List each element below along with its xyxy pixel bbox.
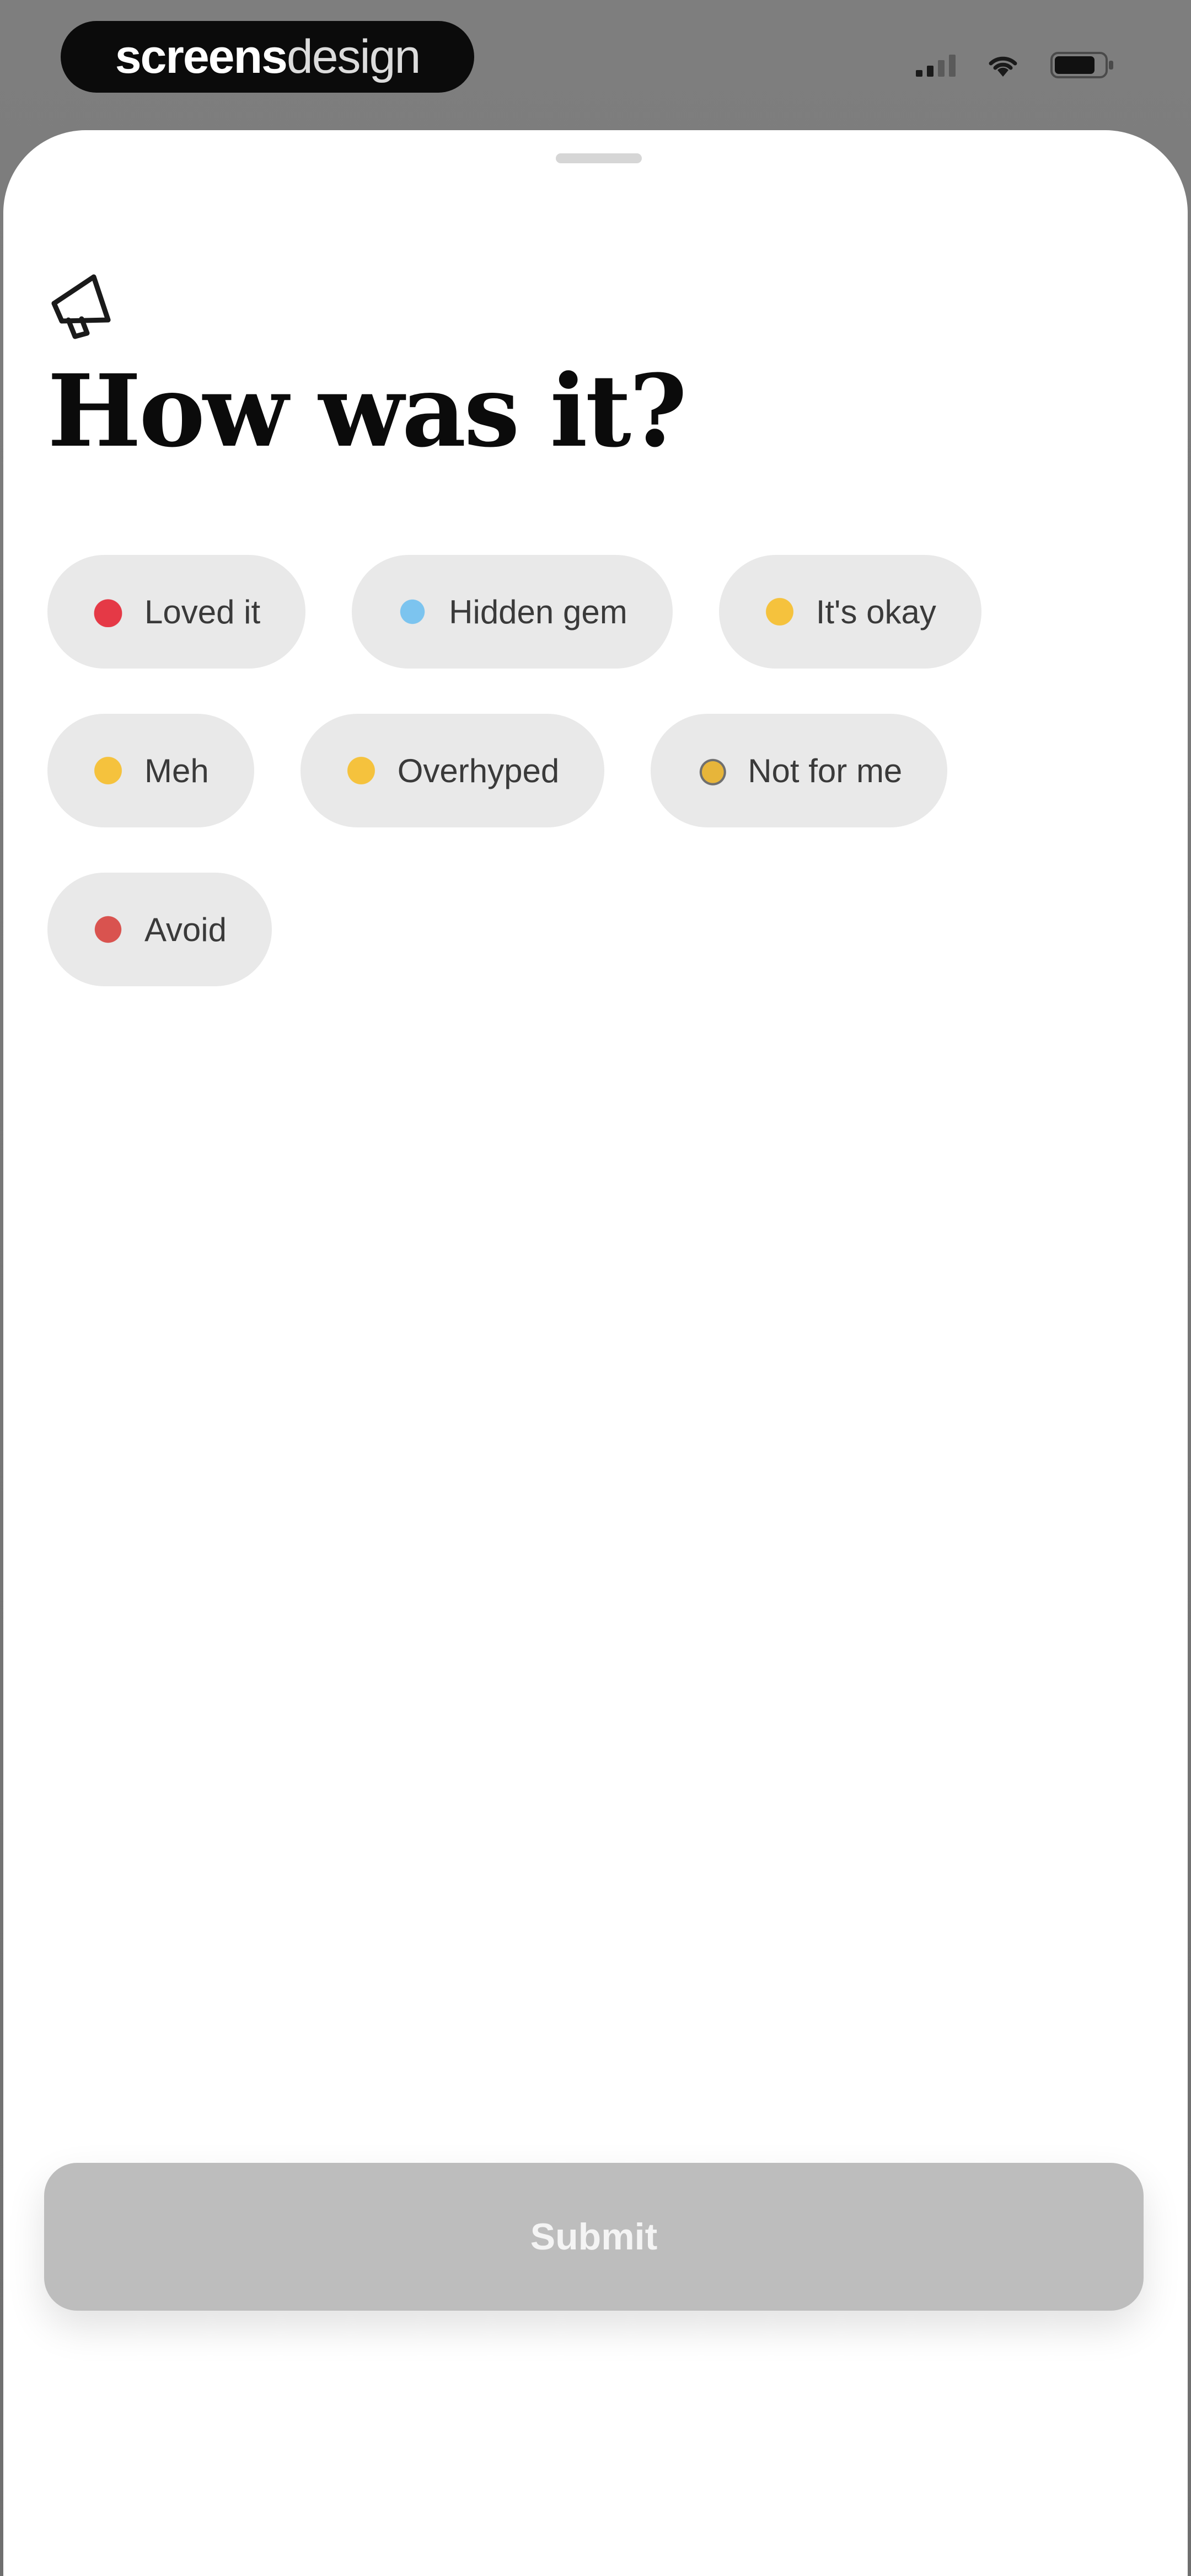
hand-icon	[696, 755, 727, 786]
reaction-chip-label: Loved it	[144, 593, 261, 630]
reaction-chip-label: Overhyped	[397, 752, 560, 789]
gem-icon	[397, 596, 428, 627]
wifi-icon	[989, 56, 1017, 77]
app-screen: screens design How was it? Loved it Hidd…	[0, 0, 1191, 2576]
reaction-chip-label: Not for me	[748, 752, 903, 789]
reaction-chip-label: Meh	[144, 752, 209, 789]
reaction-chip-meh[interactable]: Meh	[47, 714, 254, 827]
no-entry-icon	[93, 914, 124, 945]
neutral-face-icon	[764, 596, 795, 627]
sheet-grabber-handle[interactable]	[556, 153, 642, 163]
page-title: How was it?	[47, 353, 687, 469]
reaction-row: Avoid	[47, 873, 1150, 986]
reaction-chip-label: It's okay	[816, 593, 936, 630]
reaction-row: Loved it Hidden gem It's okay	[47, 555, 1150, 669]
reaction-chip-label: Avoid	[144, 911, 227, 948]
battery-icon	[1050, 52, 1113, 78]
red-heart-icon	[93, 596, 124, 627]
cellular-signal-icon	[916, 54, 956, 77]
brand-logo: screens design	[61, 21, 474, 93]
brand-text-bold: screens	[115, 30, 288, 83]
meh-face-icon	[93, 755, 124, 786]
reaction-chip-avoid[interactable]: Avoid	[47, 873, 272, 986]
reaction-chip-hidden-gem[interactable]: Hidden gem	[352, 555, 673, 669]
reaction-chip-overhyped[interactable]: Overhyped	[300, 714, 605, 827]
reaction-options: Loved it Hidden gem It's okay Meh Overhy…	[47, 555, 1150, 1032]
reaction-chip-label: Hidden gem	[449, 593, 627, 630]
status-icons	[916, 51, 1117, 79]
megaphone-icon	[51, 274, 111, 339]
status-bar: screens design	[0, 0, 1191, 127]
brand-text-light: design	[286, 30, 421, 83]
reaction-row: Meh Overhyped Not for me	[47, 714, 1150, 827]
submit-button[interactable]: Submit	[44, 2163, 1144, 2311]
reaction-chip-its-okay[interactable]: It's okay	[718, 555, 981, 669]
reaction-chip-loved-it[interactable]: Loved it	[47, 555, 306, 669]
reaction-chip-not-for-me[interactable]: Not for me	[651, 714, 948, 827]
overhyped-face-icon	[345, 755, 377, 786]
